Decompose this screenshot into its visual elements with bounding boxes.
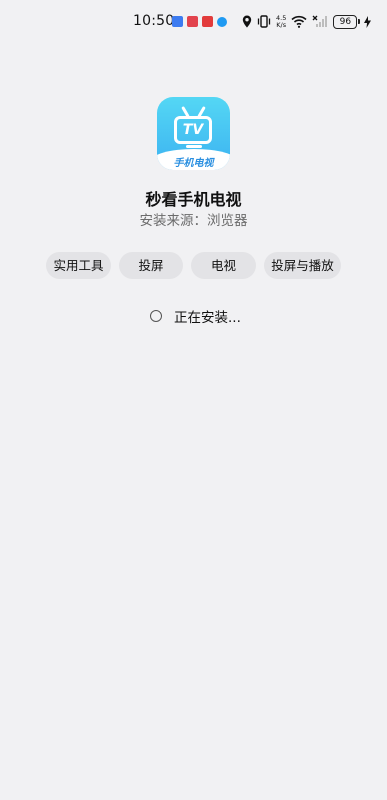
location-icon [242,13,252,32]
status-bar: 10:50 4.5 K/s 96 [0,0,387,44]
tv-badge-text: TV [182,122,204,138]
app-icon: TV 手机电视 [157,97,230,170]
install-source-value: 浏览器 [207,213,248,229]
signal-icon [312,13,328,32]
install-status-text: 正在安装... [174,310,241,326]
battery-icon: 96 [333,15,361,29]
install-status: 正在安装... [150,305,241,327]
tag-cast-and-play[interactable]: 投屏与播放 [264,252,341,279]
tag-tv[interactable]: 电视 [191,252,256,279]
app-name: 秒看手机电视 [145,190,242,209]
net-speed-unit: K/s [276,21,287,29]
loading-spinner-icon [150,308,164,322]
status-time: 10:50 [133,13,175,29]
install-source-label: 安装来源 [139,213,194,229]
notif-app-red-icon [187,16,198,27]
tag-utility-tools[interactable]: 实用工具 [46,252,111,279]
install-source: 安装来源：浏览器 [0,209,387,229]
wifi-icon [291,13,307,32]
tag-screen-cast[interactable]: 投屏 [119,252,183,279]
system-icons: 4.5 K/s 96 [242,13,372,32]
notif-app-round-icon [217,16,227,27]
icon-brand-text: 手机电视 [173,158,214,169]
notif-app-red-icon [202,16,213,27]
charging-icon [364,13,372,32]
net-speed: 4.5 K/s [276,15,286,29]
tv-icon: TV [174,116,212,144]
notification-icons [172,16,227,27]
tv-stand [186,145,202,148]
notif-app-blue-icon [172,16,183,27]
install-source-separator: ： [193,213,208,229]
vibrate-icon [257,13,271,32]
